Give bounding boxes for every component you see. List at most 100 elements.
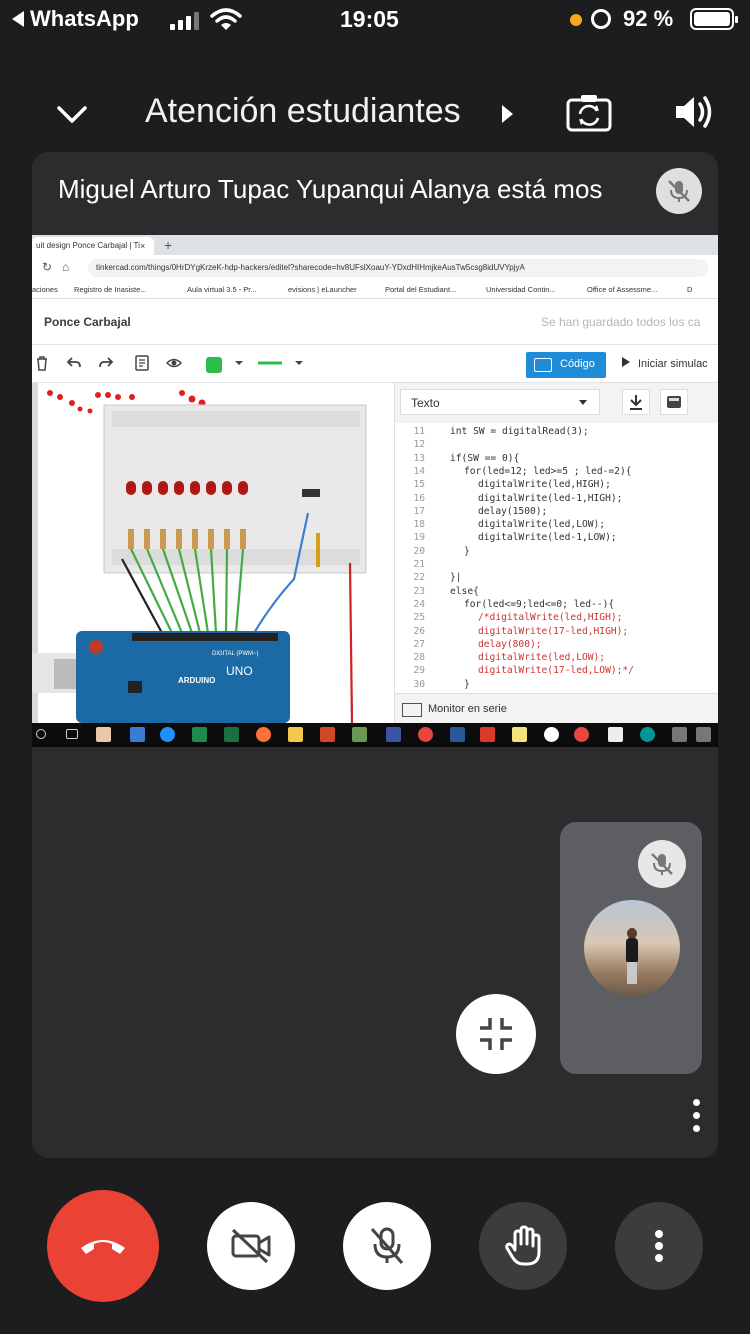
start-simulation-button: Iniciar simulac <box>622 357 708 370</box>
tinkercad-toolbar: Código Iniciar simulac <box>32 345 718 383</box>
mic-off-icon <box>651 853 673 875</box>
code-line-number: 27 <box>413 638 425 650</box>
mic-off-icon <box>370 1227 404 1264</box>
mic-toggle-button[interactable] <box>343 1202 431 1290</box>
meeting-title[interactable]: Atención estudiantes <box>145 92 461 131</box>
code-line-number: 22 <box>413 572 425 584</box>
meeting-details-arrow-icon[interactable] <box>502 105 513 123</box>
save-status: Se han guardado todos los ca <box>541 315 701 329</box>
presenter-muted-indicator <box>656 168 702 214</box>
self-muted-indicator <box>638 840 686 888</box>
project-icon <box>192 727 207 742</box>
arduino-icon <box>640 727 655 742</box>
firefox-icon <box>256 727 271 742</box>
tray-icon <box>672 727 687 742</box>
visio-icon <box>386 727 401 742</box>
arduino-model-label: UNO <box>226 664 253 678</box>
clock: 19:05 <box>340 6 399 32</box>
bookmark-item: D <box>687 285 693 294</box>
self-view-tile[interactable] <box>560 822 702 1074</box>
battery-icon <box>690 8 738 30</box>
camera-off-icon <box>231 1228 271 1264</box>
switch-camera-icon[interactable] <box>566 92 612 132</box>
chat-icon <box>608 727 623 742</box>
url-field: tinkercad.com/things/0HrDYgKrzeK-hdp-hac… <box>88 259 708 277</box>
code-line-number: 29 <box>413 665 425 677</box>
app-icon <box>544 727 559 742</box>
tray-icon <box>696 727 711 742</box>
mic-off-icon <box>668 180 690 202</box>
code-panel-toolbar: Texto <box>395 383 718 423</box>
undo-icon <box>66 357 81 368</box>
back-to-app-button[interactable]: WhatsApp <box>12 6 139 32</box>
chevron-down-icon <box>235 361 243 365</box>
task-view-icon <box>66 729 78 739</box>
avatar <box>584 900 680 996</box>
presenter-caption: Miguel Arturo Tupac Yupanqui Alanya está… <box>58 174 603 204</box>
code-line-number: 25 <box>413 612 425 624</box>
code-icon <box>534 358 552 372</box>
tab-title: uit design Ponce Carbajal | Ti <box>36 241 140 250</box>
code-line: digitalWrite(led,HIGH); <box>478 479 611 491</box>
code-line: /*digitalWrite(led,HIGH); <box>478 612 623 624</box>
arduino-board: DIGITAL (PWM~) ARDUINO UNO <box>76 631 290 723</box>
chevron-down-icon[interactable] <box>56 98 88 130</box>
code-line: } <box>464 678 470 690</box>
sticky-notes-icon <box>512 727 527 742</box>
library-icon <box>667 396 681 408</box>
tab-close-icon: × <box>140 241 146 251</box>
speaker-icon[interactable] <box>672 92 716 132</box>
code-line: delay(1500); <box>478 505 548 517</box>
orientation-lock-icon <box>591 9 611 29</box>
bookmark-item: evisions | eLauncher <box>288 285 357 294</box>
code-line: if(SW == 0){ <box>450 452 520 464</box>
code-line: }| <box>450 572 462 584</box>
bookmark-item: Registro de Inasiste... <box>74 285 147 294</box>
code-line: int SW = digitalRead(3); <box>450 426 589 437</box>
circuit-canvas: DIGITAL (PWM~) ARDUINO UNO <box>32 383 394 723</box>
cellular-signal-icon <box>170 12 199 30</box>
exit-fullscreen-button[interactable] <box>456 994 536 1074</box>
more-vert-icon[interactable] <box>684 1096 708 1136</box>
acrobat-icon <box>480 727 495 742</box>
more-options-button[interactable] <box>615 1202 703 1290</box>
app-icon <box>352 727 367 742</box>
code-button-label: Código <box>560 358 595 370</box>
code-line: digitalWrite(led-1,LOW); <box>478 532 617 544</box>
code-line-number: 14 <box>413 465 425 477</box>
code-line-number: 19 <box>413 532 425 544</box>
code-line: for(led=12; led>=5 ; led-=2){ <box>464 465 632 477</box>
recording-indicator-icon <box>570 14 582 26</box>
browser-tab: uit design Ponce Carbajal | Ti × <box>32 237 154 255</box>
end-call-button[interactable] <box>47 1190 159 1302</box>
code-line-number: 12 <box>413 439 425 451</box>
notes-icon <box>135 355 149 371</box>
code-line: digitalWrite(led,LOW); <box>478 652 606 664</box>
code-line-number: 23 <box>413 585 425 597</box>
browser-tab-strip: uit design Ponce Carbajal | Ti × + <box>32 235 718 255</box>
code-line-number: 17 <box>413 505 425 517</box>
wire-style-icon <box>258 361 282 365</box>
code-line-number: 11 <box>413 426 425 437</box>
new-tab-icon: + <box>164 237 173 253</box>
serial-monitor-bar: Monitor en serie <box>395 693 718 723</box>
bookmark-item: Portal del Estudiant... <box>385 285 457 294</box>
browser-url-bar: ↻ ⌂ tinkercad.com/things/0HrDYgKrzeK-hdp… <box>32 255 718 281</box>
word-icon <box>450 727 465 742</box>
eye-icon <box>166 358 182 368</box>
code-line-number: 16 <box>413 492 425 504</box>
code-line: digitalWrite(led,LOW); <box>478 519 606 531</box>
arduino-digital-label: DIGITAL (PWM~) <box>212 651 259 657</box>
powerpoint-icon <box>320 727 335 742</box>
phone-hangup-icon <box>81 1240 125 1254</box>
code-line: delay(800); <box>478 638 542 650</box>
windows-taskbar <box>32 723 718 747</box>
camera-toggle-button[interactable] <box>207 1202 295 1290</box>
meeting-top-bar: Atención estudiantes <box>0 80 750 144</box>
raise-hand-button[interactable] <box>479 1202 567 1290</box>
code-line-number: 26 <box>413 625 425 637</box>
code-line-number: 30 <box>413 678 425 690</box>
code-line-number: 13 <box>413 452 425 464</box>
code-panel: Texto 11 int SW = digitalRead(3); 12 13 if(S… <box>394 383 718 723</box>
battery-percentage: 92 % <box>623 6 674 31</box>
